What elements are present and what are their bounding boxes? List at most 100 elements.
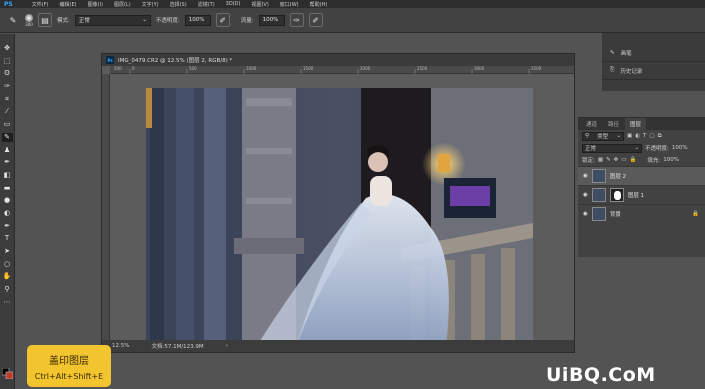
layer-thumbnail [591, 169, 606, 183]
more-tools-icon[interactable]: ⋯ [2, 298, 13, 307]
ruler-tick: 1000 [246, 66, 257, 71]
options-bar: ✎ 300 ▤ 模式: 正常 ⌄ 不透明度: 100% ✐ 流量: 100% ✑ … [0, 8, 705, 33]
zoom-level[interactable]: 12.5% [112, 343, 129, 349]
menu-type[interactable]: 文字(Y) [142, 1, 159, 8]
menu-image[interactable]: 图像(I) [88, 1, 103, 8]
brush-tool-icon[interactable]: ✎ [1, 132, 13, 142]
color-swatches-icon[interactable] [2, 368, 13, 379]
horizontal-ruler: 500 0 500 1000 1500 2000 2500 3000 3500 [110, 66, 574, 74]
document-tab[interactable]: Ps IMG_0479.CR2 @ 12.5% (图层 2, RGB/8) * [102, 54, 574, 66]
filter-adjust-icon[interactable]: ◐ [635, 133, 640, 139]
layer-opacity-value[interactable]: 100% [672, 145, 688, 151]
site-watermark: UiBQ.CoM [546, 364, 656, 386]
healing-tool-icon[interactable]: ▭ [2, 120, 13, 129]
tab-channels[interactable]: 通道 [581, 118, 602, 130]
chevron-down-icon: ⌄ [616, 133, 621, 139]
opacity-label: 不透明度: [155, 18, 180, 24]
menu-help[interactable]: 帮助(H) [310, 1, 328, 8]
menu-window[interactable]: 窗口(W) [280, 1, 299, 8]
doc-size[interactable]: 文档:57.1M/123.9M [151, 342, 203, 350]
history-brush-tool-icon[interactable]: ✒ [2, 158, 13, 167]
filter-smart-icon[interactable]: ⧉ [658, 133, 662, 140]
ps-logo: PS [4, 0, 13, 8]
pressure-size-icon[interactable]: ✐ [308, 13, 323, 27]
pressure-opacity-icon[interactable]: ✐ [215, 13, 230, 27]
shortcut-callout: 盖印图层 Ctrl+Alt+Shift+E [27, 345, 111, 387]
brush-tool-icon[interactable]: ✎ [6, 13, 20, 27]
blend-row: 正常 ⌄ 不透明度: 100% [578, 142, 705, 154]
path-select-tool-icon[interactable]: ➤ [2, 247, 13, 256]
filter-pixel-icon[interactable]: ▣ [627, 133, 632, 139]
lock-artboard-icon[interactable]: ▭ [621, 157, 626, 163]
layer-filter-row: ⚲ 类型 ⌄ ▣ ◐ T ▢ ⧉ [578, 130, 705, 142]
menu-edit[interactable]: 编辑(E) [60, 1, 77, 8]
brush-panel-toggle-icon[interactable]: ▤ [38, 13, 52, 27]
eyedropper-tool-icon[interactable]: ⁄ [2, 107, 13, 116]
menu-file[interactable]: 文件(F) [32, 1, 49, 8]
type-tool-icon[interactable]: T [2, 234, 13, 243]
lasso-tool-icon[interactable]: ʘ [2, 69, 13, 78]
layer-name: 背景 [609, 212, 621, 218]
photo-canvas[interactable] [146, 88, 533, 347]
visibility-eye-icon[interactable]: ◉ [583, 192, 588, 198]
brush-size: 300 [25, 21, 33, 27]
pen-tool-icon[interactable]: ✒ [2, 222, 13, 231]
layer-row-1[interactable]: ◉ 图层 1 [578, 185, 705, 204]
airbrush-icon[interactable]: ✑ [289, 13, 304, 27]
menu-3d[interactable]: 3D(D) [226, 1, 241, 7]
lock-pixels-icon[interactable]: ▦ [598, 157, 603, 163]
menu-view[interactable]: 视图(V) [251, 1, 268, 8]
visibility-eye-icon[interactable]: ◉ [583, 211, 588, 217]
filter-shape-icon[interactable]: ▢ [649, 133, 654, 139]
shape-tool-icon[interactable]: ○ [2, 260, 13, 269]
hand-tool-icon[interactable]: ✋ [2, 272, 13, 281]
flow-value: 100% [262, 17, 279, 23]
brush-tip-icon [25, 13, 33, 22]
filter-type-icon[interactable]: T [643, 133, 646, 139]
layer-row-2[interactable]: ◉ 图层 2 [578, 166, 705, 185]
layer-mask-thumbnail[interactable] [609, 188, 624, 202]
flow-input[interactable]: 100% [258, 14, 285, 26]
layer-opacity-label: 不透明度: [645, 146, 669, 152]
history-panel: ✎ 画笔 ⎘ 历史记录 [602, 33, 705, 91]
history-item-history[interactable]: ⎘ 历史记录 [602, 62, 705, 80]
lock-paint-icon[interactable]: ✎ [606, 157, 611, 163]
dodge-tool-icon[interactable]: ◐ [2, 209, 13, 218]
visibility-eye-icon[interactable]: ◉ [583, 173, 588, 179]
lock-position-icon[interactable]: ✥ [614, 157, 619, 163]
quick-select-tool-icon[interactable]: ✑ [2, 82, 13, 91]
gradient-tool-icon[interactable]: ▬ [2, 184, 13, 193]
blend-mode-value: 正常 [585, 146, 597, 152]
status-arrow-icon[interactable]: › [226, 343, 228, 349]
chevron-down-icon: ⌄ [142, 17, 147, 23]
opacity-input[interactable]: 100% [184, 14, 211, 26]
stamp-tool-icon[interactable]: ♟ [2, 146, 13, 155]
panel-tabs: 通道 路径 图层 [578, 118, 705, 130]
eraser-tool-icon[interactable]: ◧ [2, 171, 13, 180]
menu-filter[interactable]: 滤镜(T) [198, 1, 215, 8]
document-window: Ps IMG_0479.CR2 @ 12.5% (图层 2, RGB/8) * … [101, 53, 575, 353]
brush-preset-picker[interactable]: 300 [25, 13, 33, 27]
move-tool-icon[interactable]: ✥ [2, 44, 13, 53]
blur-tool-icon[interactable]: ● [2, 196, 13, 205]
callout-title: 盖印图层 [49, 355, 89, 367]
history-item-brush[interactable]: ✎ 画笔 [602, 44, 705, 62]
fill-value[interactable]: 100% [663, 157, 679, 163]
layer-row-background[interactable]: ◉ 背景 🔒 [578, 204, 705, 223]
menu-select[interactable]: 选择(S) [170, 1, 187, 8]
blend-mode-select[interactable]: 正常 ⌄ [582, 143, 642, 153]
tab-paths[interactable]: 路径 [603, 118, 624, 130]
marquee-tool-icon[interactable]: ⬚ [2, 57, 13, 66]
vertical-ruler [102, 74, 110, 340]
menu-layer[interactable]: 图层(L) [114, 1, 131, 8]
tab-layers[interactable]: 图层 [625, 118, 647, 130]
layer-thumbnail [591, 207, 606, 221]
lock-all-icon[interactable]: 🔒 [629, 157, 636, 163]
lock-row: 锁定: ▦ ✎ ✥ ▭ 🔒 填充: 100% [578, 154, 705, 166]
search-icon: ⚲ [585, 133, 590, 139]
mode-select[interactable]: 正常 ⌄ [74, 14, 151, 26]
zoom-tool-icon[interactable]: ⚲ [2, 285, 13, 294]
crop-tool-icon[interactable]: ⌗ [2, 95, 13, 104]
layer-filter-select[interactable]: ⚲ 类型 ⌄ [582, 131, 624, 141]
fill-label: 填充: [647, 158, 661, 164]
